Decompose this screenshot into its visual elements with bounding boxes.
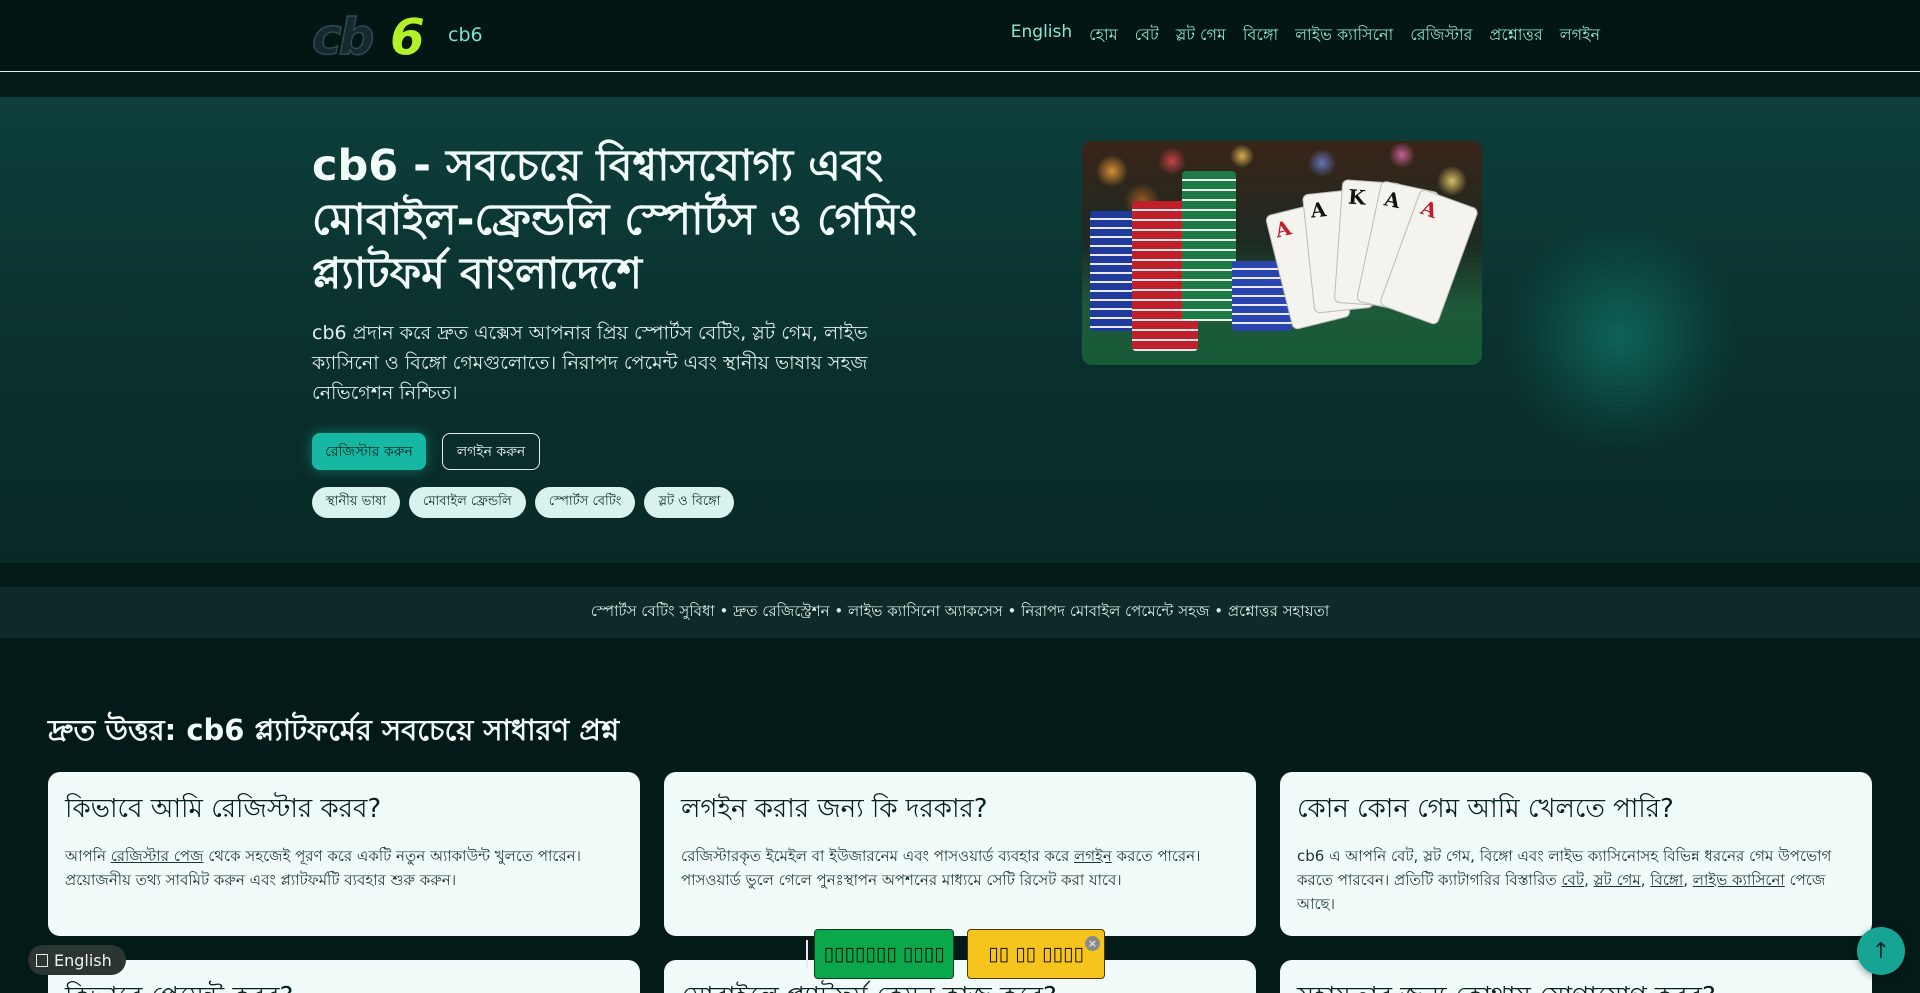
promo-banner-green[interactable]: ▯▯▯▯▯▯▯ ▯▯▯▯ bbox=[814, 929, 954, 979]
feature-chips: স্থানীয় ভাষা মোবাইল ফ্রেন্ডলি স্পোর্টস … bbox=[312, 487, 735, 518]
feature-ticker: স্পোর্টস বেটিং সুবিধা • দ্রুত রেজিস্ট্রে… bbox=[0, 587, 1920, 638]
faq-question: সহায়তার জন্য কোথায় যোগাযোগ করব? bbox=[1297, 976, 1855, 993]
bet-link[interactable]: বেট bbox=[1561, 871, 1584, 889]
promo-banner-yellow[interactable]: ▯▯ ▯▯ ▯▯▯▯ × bbox=[967, 929, 1105, 979]
hero-image-casino-chips-cards: A A K A A bbox=[1082, 141, 1482, 365]
nav-language[interactable]: English bbox=[1011, 22, 1072, 49]
faq-question: কিভাবে আমি রেজিস্টার করব? bbox=[65, 794, 382, 824]
faq-answer: আপনি রেজিস্টার পেজ থেকে সহজেই পূরণ করে এ… bbox=[65, 847, 581, 889]
nav-login[interactable]: লগইন bbox=[1560, 22, 1600, 49]
nav-live-casino[interactable]: লাইভ ক্যাসিনো bbox=[1295, 22, 1393, 49]
site-logo[interactable]: cb 6 bbox=[311, 7, 436, 67]
chip-stack-green bbox=[1182, 171, 1236, 321]
nav-bet[interactable]: বেট bbox=[1135, 22, 1159, 49]
hero-section: cb6 - সবচেয়ে বিশ্বাসযোগ্য এবং মোবাইল-ফ্… bbox=[0, 97, 1920, 563]
faq-question: কিভাবে পেমেন্ট করব? bbox=[65, 976, 623, 993]
logo-six: 6 bbox=[390, 8, 425, 66]
faq-card-mobile: মোবাইলে প্ল্যাটফর্ম কেমন কাজ করে? bbox=[664, 960, 1256, 993]
faq-card-games: কোন কোন গেম আমি খেলতে পারি? cb6 এ আপনি ব… bbox=[1280, 772, 1872, 936]
register-button[interactable]: রেজিস্টার করুন bbox=[312, 433, 426, 470]
faq-question: লগইন করার জন্য কি দরকার? bbox=[681, 794, 988, 824]
main-nav: English হোম বেট স্লট গেম বিঙ্গো লাইভ ক্য… bbox=[1011, 22, 1600, 49]
faq-title: দ্রুত উত্তর: cb6 প্ল্যাটফর্মের সবচেয়ে স… bbox=[48, 713, 620, 747]
chip-slot-bingo: স্লট ও বিঙ্গো bbox=[644, 487, 735, 518]
nav-register[interactable]: রেজিস্টার bbox=[1410, 22, 1472, 49]
faq-card-support: সহায়তার জন্য কোথায় যোগাযোগ করব? bbox=[1280, 960, 1872, 993]
faq-answer: রেজিস্টারকৃত ইমেইল বা ইউজারনেম এবং পাসওয… bbox=[681, 847, 1201, 889]
promo-divider bbox=[806, 940, 808, 968]
hero-description: cb6 প্রদান করে দ্রুত এক্সেস আপনার প্রিয়… bbox=[312, 322, 868, 404]
faq-question: মোবাইলে প্ল্যাটফর্ম কেমন কাজ করে? bbox=[681, 976, 1239, 993]
faq-question: কোন কোন গেম আমি খেলতে পারি? bbox=[1297, 794, 1674, 824]
close-icon[interactable]: × bbox=[1085, 936, 1100, 951]
scroll-to-top-button[interactable]: ↑ bbox=[1857, 927, 1905, 975]
faq-card-payment: কিভাবে পেমেন্ট করব? bbox=[48, 960, 640, 993]
chip-mobile-friendly: মোবাইল ফ্রেন্ডলি bbox=[409, 487, 526, 518]
chip-sports-betting: স্পোর্টস বেটিং bbox=[534, 487, 636, 518]
chip-local-language: স্থানীয় ভাষা bbox=[312, 487, 401, 518]
faq-answer: cb6 এ আপনি বেট, স্লট গেম, বিঙ্গো এবং লাই… bbox=[1297, 847, 1832, 913]
language-label: English bbox=[54, 950, 112, 970]
flag-icon bbox=[36, 953, 48, 967]
live-casino-link[interactable]: লাইভ ক্যাসিনো bbox=[1693, 871, 1785, 889]
nav-home[interactable]: হোম bbox=[1089, 22, 1117, 49]
logo-text: cb bbox=[311, 7, 375, 67]
register-page-link[interactable]: রেজিস্টার পেজ bbox=[111, 847, 204, 865]
login-button[interactable]: লগইন করুন bbox=[442, 433, 540, 470]
site-header: cb 6 cb6 English হোম বেট স্লট গেম বিঙ্গো… bbox=[0, 0, 1920, 72]
nav-slot[interactable]: স্লট গেম bbox=[1176, 22, 1226, 49]
login-link[interactable]: লগইন bbox=[1074, 847, 1112, 865]
brand[interactable]: cb 6 cb6 bbox=[311, 7, 483, 67]
faq-card-register: কিভাবে আমি রেজিস্টার করব? আপনি রেজিস্টার… bbox=[48, 772, 640, 936]
slot-link[interactable]: স্লট গেম bbox=[1594, 871, 1641, 889]
promo-yellow-label: ▯▯ ▯▯ ▯▯▯▯ bbox=[988, 943, 1084, 965]
brand-name[interactable]: cb6 bbox=[448, 24, 483, 46]
faq-card-login: লগইন করার জন্য কি দরকার? রেজিস্টারকৃত ইম… bbox=[664, 772, 1256, 936]
hero-title: cb6 - সবচেয়ে বিশ্বাসযোগ্য এবং মোবাইল-ফ্… bbox=[312, 141, 918, 299]
bingo-link[interactable]: বিঙ্গো bbox=[1650, 871, 1683, 889]
nav-bingo[interactable]: বিঙ্গো bbox=[1243, 22, 1278, 49]
nav-faq[interactable]: প্রশ্নোত্তর bbox=[1489, 22, 1542, 49]
arrow-up-icon: ↑ bbox=[1871, 938, 1891, 964]
language-switcher[interactable]: English bbox=[28, 945, 126, 975]
